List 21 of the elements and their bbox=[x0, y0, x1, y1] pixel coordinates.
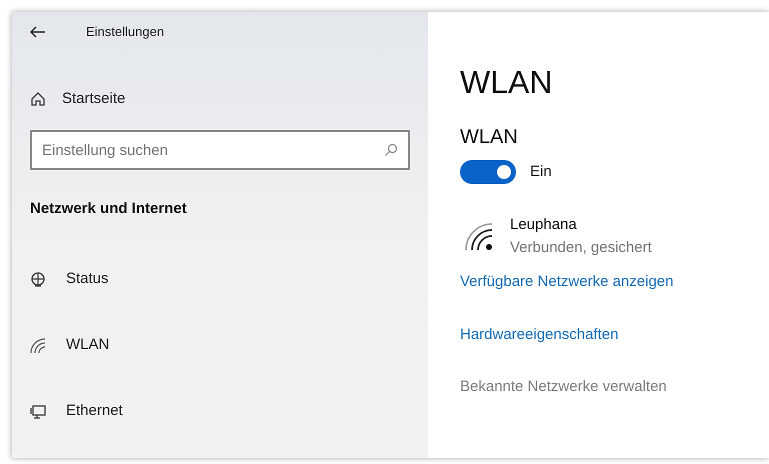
nav-item[interactable]: WLAN bbox=[66, 334, 110, 357]
back-icon[interactable] bbox=[30, 26, 46, 38]
settings-link[interactable]: Verfügbare Netzwerke anzeigen bbox=[460, 271, 674, 294]
settings-link[interactable]: Hardwareeigenschaften bbox=[460, 324, 618, 346]
page-title: WLAN bbox=[460, 63, 554, 102]
wifi-toggle[interactable] bbox=[460, 160, 516, 184]
nav-item[interactable]: Ethernet bbox=[66, 400, 123, 423]
home-link[interactable]: Startseite bbox=[62, 88, 126, 110]
setting-label: WLAN bbox=[460, 125, 519, 150]
wifi-icon bbox=[30, 338, 46, 354]
nav-item[interactable]: Status bbox=[66, 268, 109, 291]
globe-icon bbox=[30, 272, 46, 288]
network-name: Leuphana bbox=[510, 215, 578, 235]
search-icon[interactable] bbox=[384, 143, 398, 157]
home-icon bbox=[30, 91, 46, 107]
toggle-state: Ein bbox=[530, 162, 552, 182]
monitor-icon bbox=[30, 404, 46, 420]
window-title: Einstellungen bbox=[86, 23, 164, 42]
network-status: Verbunden, gesichert bbox=[510, 238, 652, 258]
search-field[interactable]: Einstellung suchen bbox=[30, 130, 410, 170]
section-heading: Netzwerk und Internet bbox=[29, 199, 188, 219]
